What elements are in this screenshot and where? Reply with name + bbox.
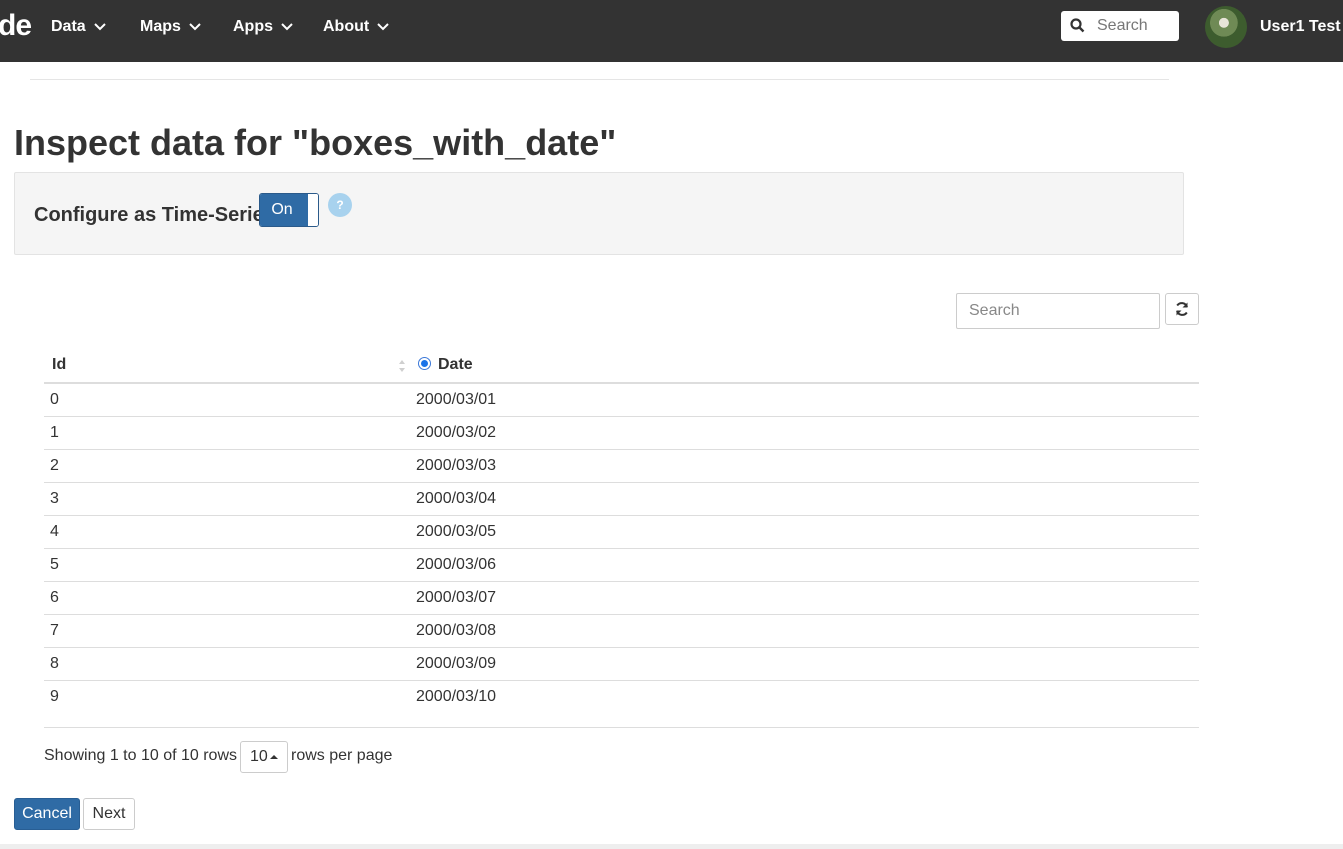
table-row: 1 2000/03/02 <box>44 416 1199 450</box>
toggle-on-label: On <box>260 194 308 226</box>
table-row: 3 2000/03/04 <box>44 482 1199 516</box>
table-row: 2 2000/03/03 <box>44 449 1199 483</box>
column-header-date[interactable]: Date <box>410 348 1199 384</box>
refresh-icon <box>1176 302 1188 316</box>
table-row: 0 2000/03/01 <box>44 383 1199 417</box>
cell-date: 2000/03/08 <box>410 614 1199 648</box>
timeseries-panel: Configure as Time-Series On ? <box>14 172 1184 255</box>
chevron-down-icon <box>189 16 201 38</box>
chevron-down-icon <box>281 16 293 38</box>
sort-icon[interactable] <box>398 359 406 378</box>
nav-maps-menu[interactable]: Maps <box>140 16 201 38</box>
cell-id: 0 <box>44 383 410 417</box>
footer-strip <box>0 844 1343 849</box>
chevron-down-icon <box>377 16 389 38</box>
cell-date: 2000/03/10 <box>416 687 497 705</box>
cell-date: 2000/03/07 <box>410 581 1199 615</box>
page-size-value: 10 <box>250 748 268 765</box>
user-name[interactable]: User1 Test <box>1260 16 1341 38</box>
rows-per-page-label: rows per page <box>291 747 393 764</box>
cell-date: 2000/03/06 <box>410 548 1199 582</box>
table-row: 7 2000/03/08 <box>44 614 1199 648</box>
toggle-handle <box>308 194 318 226</box>
cell-date: 2000/03/01 <box>410 383 1199 417</box>
timeseries-toggle[interactable]: On <box>259 193 319 227</box>
table-row: 5 2000/03/06 <box>44 548 1199 582</box>
nav-apps-menu[interactable]: Apps <box>233 16 293 38</box>
cell-id: 8 <box>44 647 410 681</box>
data-table: Id Date 0 2000/03/01 1 2000/03/02 2 2000/03… <box>44 348 1199 713</box>
table-row: 4 2000/03/05 <box>44 515 1199 549</box>
search-icon <box>1070 18 1085 38</box>
next-button[interactable]: Next <box>83 798 135 830</box>
table-search-input[interactable] <box>956 293 1160 329</box>
nav-data-menu[interactable]: Data <box>51 16 106 38</box>
cell-id: 7 <box>44 614 410 648</box>
cancel-button[interactable]: Cancel <box>14 798 80 830</box>
top-navbar: de Data Maps Apps About User1 Test <box>0 0 1343 62</box>
caret-up-icon <box>269 755 278 759</box>
cell-date: 2000/03/05 <box>410 515 1199 549</box>
help-icon[interactable]: ? <box>328 193 352 217</box>
cell-id: 4 <box>44 515 410 549</box>
cell-id: 3 <box>44 482 410 516</box>
divider <box>30 79 1169 80</box>
chevron-down-icon <box>93 16 106 38</box>
table-bottom-divider <box>44 727 1199 728</box>
nav-maps-label: Maps <box>140 18 181 36</box>
table-row: 8 2000/03/09 <box>44 647 1199 681</box>
brand-logo[interactable]: de <box>0 8 32 44</box>
cell-id: 2 <box>44 449 410 483</box>
cell-id: 5 <box>44 548 410 582</box>
column-header-label: Id <box>52 356 67 373</box>
global-search <box>1061 11 1179 41</box>
table-row: 9 2000/03/10 <box>44 680 1199 713</box>
pagination-info: Showing 1 to 10 of 10 rows <box>44 747 238 764</box>
refresh-button[interactable] <box>1165 293 1199 325</box>
cell-id: 9 <box>50 687 59 705</box>
table-row: 6 2000/03/07 <box>44 581 1199 615</box>
column-header-id[interactable]: Id <box>44 348 410 384</box>
user-avatar[interactable] <box>1205 6 1247 48</box>
table-header-row: Id Date <box>44 348 1199 384</box>
cell-id: 6 <box>44 581 410 615</box>
timeseries-label: Configure as Time-Series <box>34 204 275 226</box>
cell-date: 2000/03/03 <box>410 449 1199 483</box>
column-header-label: Date <box>438 356 473 373</box>
nav-about-label: About <box>323 18 370 36</box>
page-title: Inspect data for "boxes_with_date" <box>14 122 617 163</box>
cell-date: 2000/03/04 <box>410 482 1199 516</box>
cell-id: 1 <box>44 416 410 450</box>
nav-apps-label: Apps <box>233 18 273 36</box>
page-size-select[interactable]: 10 <box>240 741 288 773</box>
nav-data-label: Data <box>51 18 86 36</box>
nav-about-menu[interactable]: About <box>323 16 389 38</box>
time-column-radio[interactable] <box>418 357 431 370</box>
global-search-input[interactable] <box>1091 14 1175 38</box>
cell-date: 2000/03/02 <box>410 416 1199 450</box>
cell-date: 2000/03/09 <box>410 647 1199 681</box>
